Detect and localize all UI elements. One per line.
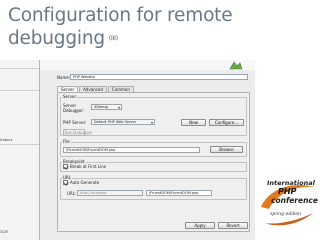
panel-divider	[0, 90, 39, 91]
chevron-down-icon	[118, 106, 120, 109]
debugger-select[interactable]: XDebug	[91, 104, 122, 110]
slide-title-tag: (III)	[108, 35, 118, 42]
eclipse-screenshot: htdocs ICXF Name: PHP Website Server Adv…	[0, 60, 255, 240]
test-debugger-button[interactable]: Test Debugger	[63, 129, 93, 136]
name-input[interactable]: PHP Website	[70, 74, 248, 80]
chevron-down-icon	[151, 121, 153, 124]
browse-button[interactable]: Browse	[210, 146, 243, 153]
new-server-button[interactable]: New	[181, 119, 206, 126]
logo-line-3: conference	[271, 196, 318, 205]
slide-title-line-1: Configuration for remote	[8, 5, 233, 26]
debugger-select-value: XDebug	[94, 105, 108, 109]
auto-generate-checkbox[interactable]	[63, 180, 68, 185]
url-label: URL:	[67, 191, 77, 196]
php-server-label: PHP Server:	[63, 120, 87, 125]
revert-button[interactable]: Revert	[218, 222, 248, 229]
file-path-input[interactable]: /FruentDOM/FruentDOM.php	[63, 147, 200, 153]
auto-generate-label: Auto Generate	[70, 180, 100, 185]
server-debugger-label: Server Debugger:	[63, 103, 85, 113]
panel-label[interactable]: htdocs	[0, 138, 13, 142]
server-group-title: Server	[62, 94, 78, 99]
slide-title: Configuration for remote debugging (III)	[8, 4, 308, 54]
slide-title-line-2: debugging (III)	[8, 27, 308, 54]
slide-title-line-2-text: debugging	[8, 28, 105, 49]
url-base-input[interactable]: http://localhost	[77, 190, 143, 196]
panel-divider	[0, 144, 39, 145]
dialog-header	[40, 60, 255, 70]
logo-line-1: International	[267, 179, 315, 187]
php-server-select[interactable]: Default PHP Web Server	[91, 119, 155, 125]
name-label: Name:	[57, 75, 71, 80]
break-first-line-label: Break at First Line	[70, 164, 107, 169]
debug-config-icon	[229, 61, 243, 70]
logo-line-4: spring edition	[270, 212, 301, 217]
php-server-select-value: Default PHP Web Server	[94, 120, 137, 124]
url-path-input[interactable]: /FruentDOM/FruentDOM.php	[146, 190, 212, 196]
project-explorer-panel: htdocs ICXF	[0, 60, 39, 240]
apply-button[interactable]: Apply	[185, 222, 215, 229]
configure-server-button[interactable]: Configure...	[209, 119, 244, 126]
conference-logo: International PHP conference spring edit…	[257, 177, 319, 235]
panel-label[interactable]: ICXF	[0, 230, 8, 234]
break-first-line-checkbox[interactable]	[63, 164, 68, 169]
file-group-title: File	[62, 139, 71, 144]
panel-divider	[0, 68, 39, 69]
debug-configuration-dialog: Name: PHP Website Server Advanced Common…	[39, 60, 255, 240]
logo-line-2: PHP	[278, 187, 297, 196]
